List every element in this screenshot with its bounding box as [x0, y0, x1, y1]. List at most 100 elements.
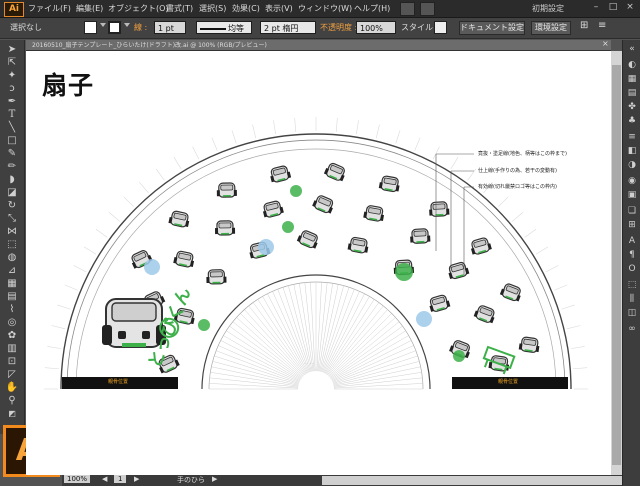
width-tool-icon[interactable]: ⋈: [4, 226, 20, 238]
minimize-button[interactable]: –: [588, 1, 604, 14]
line-tool-icon[interactable]: ╲: [4, 122, 20, 134]
align-panel-icon[interactable]: ⫼: [626, 294, 638, 305]
status-menu-icon[interactable]: ▶: [212, 475, 217, 483]
arrange-documents-icon[interactable]: [420, 2, 435, 16]
vertical-scroll-thumb[interactable]: [612, 65, 621, 465]
eyedropper-tool-icon[interactable]: ⌇: [4, 304, 20, 316]
zoom-field[interactable]: 100%: [64, 475, 91, 483]
brush-definition[interactable]: 2 pt 楕円: [260, 21, 316, 34]
perspective-grid-icon[interactable]: ⊿: [4, 265, 20, 277]
menu-object[interactable]: オブジェクト(O): [108, 3, 169, 14]
stroke-weight-field[interactable]: 1 pt: [154, 21, 186, 34]
workspace-switcher[interactable]: 初期設定: [532, 3, 564, 14]
pencil-tool-icon[interactable]: ✏: [4, 161, 20, 173]
document-setup-button[interactable]: ドキュメント設定: [459, 21, 525, 35]
pen-tool-icon[interactable]: ✒: [4, 96, 20, 108]
opacity-label[interactable]: 不透明度 :: [320, 22, 357, 33]
preferences-button[interactable]: 環境設定: [531, 21, 571, 35]
menu-edit[interactable]: 編集(E): [76, 3, 103, 14]
collapse-panels-icon[interactable]: «: [626, 44, 638, 55]
character-panel-icon[interactable]: A: [626, 236, 638, 247]
variable-width-profile[interactable]: 均等: [196, 21, 252, 34]
color-guide-icon[interactable]: ▦: [626, 74, 638, 85]
stroke-swatch[interactable]: [108, 21, 121, 34]
transparency-panel-icon[interactable]: ◑: [626, 160, 638, 171]
rectangle-tool-icon[interactable]: □: [4, 135, 20, 147]
zoom-tool-icon[interactable]: ⚲: [4, 395, 20, 407]
appearance-panel-icon[interactable]: ◉: [626, 176, 638, 187]
graphic-styles-icon[interactable]: ▣: [626, 190, 638, 201]
links-panel-icon[interactable]: ∞: [626, 324, 638, 335]
outer-tick: [95, 228, 108, 238]
blend-tool-icon[interactable]: ◎: [4, 317, 20, 329]
menu-view[interactable]: 表示(V): [265, 3, 293, 14]
menu-effect[interactable]: 効果(C): [232, 3, 260, 14]
chevron-down-icon[interactable]: [124, 23, 130, 27]
menu-help[interactable]: ヘルプ(H): [354, 3, 390, 14]
close-icon[interactable]: ×: [602, 39, 609, 48]
rib-line: [218, 345, 300, 382]
horizontal-scrollbar[interactable]: [322, 476, 622, 485]
menu-select[interactable]: 選択(S): [199, 3, 226, 14]
free-transform-icon[interactable]: ⬚: [4, 239, 20, 251]
blob-brush-icon[interactable]: ◗: [4, 174, 20, 186]
close-button[interactable]: ×: [622, 1, 638, 14]
document-tab[interactable]: 20160510_扇子テンプレート_ひらいたけ(ドラフト)改.ai @ 100%…: [26, 39, 611, 51]
hand-tool-icon[interactable]: ✋: [4, 382, 20, 394]
direct-selection-tool-icon[interactable]: ⇱: [4, 57, 20, 69]
rib-line: [236, 317, 303, 378]
artboard-canvas[interactable]: 扇子 とっぴくん · · · · 竟抜・塗足線(地色、柄等はこの枠まで) 仕上線…: [26, 51, 611, 475]
car-character: [168, 210, 190, 228]
artboard-tool-icon[interactable]: ⊡: [4, 356, 20, 368]
fill-swatch[interactable]: [84, 21, 97, 34]
symbols-panel-icon[interactable]: ♣: [626, 116, 638, 127]
control-menu-icon[interactable]: ≡: [598, 20, 606, 31]
opacity-field[interactable]: 100%: [356, 21, 396, 34]
menu-file[interactable]: ファイル(F): [28, 3, 71, 14]
vertical-scrollbar[interactable]: [611, 51, 622, 475]
car-character: [173, 250, 195, 268]
selection-tool-icon[interactable]: ➤: [4, 44, 20, 56]
panel-dock: « ◐ ▦ ▤ ✤ ♣ ≡ ◧ ◑ ◉ ▣ ❏ ⊞ A ¶ O ⬚ ⫼ ◫ ∞: [622, 40, 640, 486]
stroke-panel-icon[interactable]: ≡: [626, 132, 638, 143]
graphic-style-swatch[interactable]: [434, 21, 447, 34]
brushes-panel-icon[interactable]: ✤: [626, 102, 638, 113]
transform-panel-icon[interactable]: ⬚: [626, 280, 638, 291]
maximize-button[interactable]: □: [605, 1, 621, 14]
fill-stroke-icon[interactable]: ◩: [4, 408, 20, 420]
stroke-label[interactable]: 線 :: [134, 22, 147, 33]
opentype-panel-icon[interactable]: O: [626, 264, 638, 275]
car-character: [262, 200, 284, 218]
graph-tool-icon[interactable]: ▥: [4, 343, 20, 355]
pathfinder-panel-icon[interactable]: ◫: [626, 308, 638, 319]
layers-panel-icon[interactable]: ❏: [626, 206, 638, 217]
gradient-panel-icon[interactable]: ◧: [626, 146, 638, 157]
align-icon[interactable]: ⊞: [580, 20, 588, 31]
scale-tool-icon[interactable]: ⤡: [4, 213, 20, 225]
slice-tool-icon[interactable]: ◸: [4, 369, 20, 381]
document-tab-title: 20160510_扇子テンプレート_ひらいたけ(ドラフト)改.ai @ 100%…: [32, 42, 267, 49]
swatches-panel-icon[interactable]: ▤: [626, 88, 638, 99]
prev-artboard-icon[interactable]: ◀: [102, 475, 107, 483]
paintbrush-tool-icon[interactable]: ✎: [4, 148, 20, 160]
artboard-number[interactable]: 1: [114, 475, 127, 483]
chevron-down-icon[interactable]: [100, 23, 106, 27]
bridge-icon[interactable]: [400, 2, 415, 16]
symbol-sprayer-icon[interactable]: ✿: [4, 330, 20, 342]
color-panel-icon[interactable]: ◐: [626, 60, 638, 71]
next-artboard-icon[interactable]: ▶: [134, 475, 139, 483]
eraser-tool-icon[interactable]: ◪: [4, 187, 20, 199]
annotation-safe: 有効線(切れ厳禁ロゴ等はこの枠内): [478, 184, 557, 190]
rotate-tool-icon[interactable]: ↻: [4, 200, 20, 212]
outer-tick: [545, 265, 559, 273]
menu-type[interactable]: 書式(T): [166, 3, 193, 14]
shape-builder-icon[interactable]: ◍: [4, 252, 20, 264]
gradient-tool-icon[interactable]: ▤: [4, 291, 20, 303]
paragraph-panel-icon[interactable]: ¶: [626, 250, 638, 261]
lasso-tool-icon[interactable]: ↄ: [4, 83, 20, 95]
menu-window[interactable]: ウィンドウ(W): [298, 3, 352, 14]
magic-wand-icon[interactable]: ✦: [4, 70, 20, 82]
artboards-panel-icon[interactable]: ⊞: [626, 220, 638, 231]
type-tool-icon[interactable]: T: [4, 109, 20, 121]
mesh-tool-icon[interactable]: ▦: [4, 278, 20, 290]
